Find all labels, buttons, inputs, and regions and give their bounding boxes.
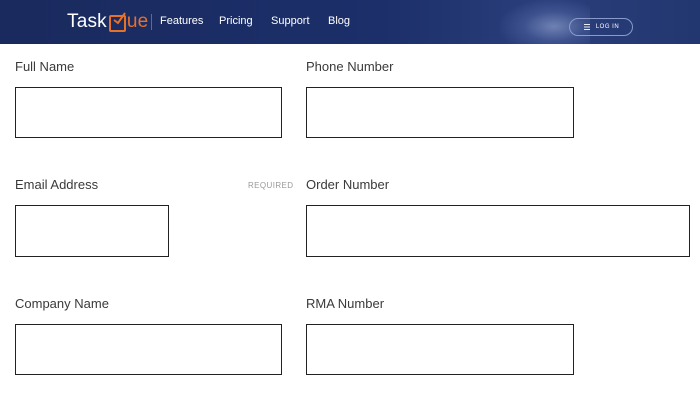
email-address-input[interactable] [15, 205, 169, 257]
rma-number-label: RMA Number [306, 296, 385, 311]
nav-link-support[interactable]: Support [271, 15, 310, 27]
full-name-label: Full Name [15, 59, 75, 74]
required-indicator: REQUIRED [248, 181, 294, 190]
logo-text-suffix: ue [126, 11, 149, 32]
logo-text-prefix: Task [67, 11, 107, 32]
top-navigation-bar: Task ue Features Pricing Support Blog LO… [0, 0, 700, 44]
phone-number-input[interactable] [306, 87, 574, 138]
login-button[interactable]: LOG IN [569, 18, 633, 36]
nav-divider [151, 14, 152, 30]
login-button-label: LOG IN [595, 24, 620, 30]
logo-checkbox-icon [108, 11, 126, 32]
menu-lines-icon [583, 23, 591, 31]
order-number-label: Order Number [306, 177, 390, 192]
full-name-input[interactable] [15, 87, 282, 138]
nav-link-pricing[interactable]: Pricing [219, 15, 253, 27]
email-address-label: Email Address [15, 177, 99, 192]
company-name-input[interactable] [15, 324, 282, 375]
nav-link-features[interactable]: Features [160, 15, 203, 27]
company-name-label: Company Name [15, 296, 109, 311]
rma-number-input[interactable] [306, 324, 574, 375]
phone-number-label: Phone Number [306, 59, 394, 74]
taskque-logo[interactable]: Task ue [67, 10, 148, 34]
nav-link-blog[interactable]: Blog [328, 15, 350, 27]
order-number-input[interactable] [306, 205, 690, 257]
